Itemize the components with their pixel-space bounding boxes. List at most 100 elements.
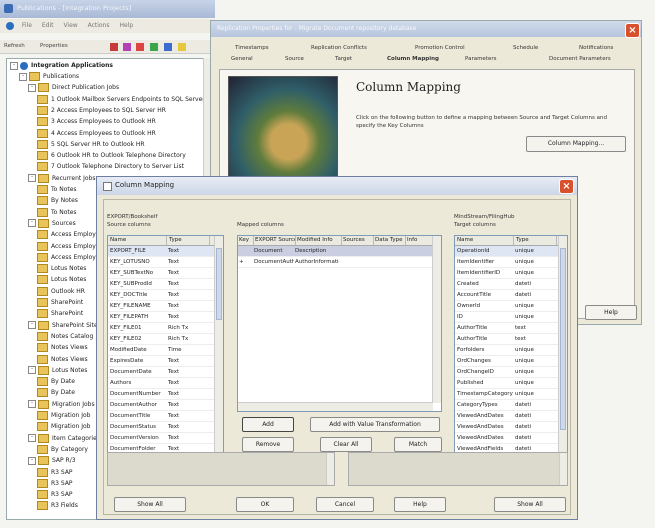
tab-target[interactable]: Target bbox=[335, 56, 352, 62]
match-button[interactable]: Match bbox=[394, 437, 442, 452]
tab-schedule[interactable]: Schedule bbox=[513, 45, 538, 51]
tree-item[interactable]: By Date bbox=[37, 376, 75, 387]
properties-help-button[interactable]: Help bbox=[585, 305, 637, 320]
list-row[interactable]: KEY_FILEPATH Text bbox=[108, 312, 223, 323]
list-row[interactable]: DocumentStatus Text bbox=[108, 422, 223, 433]
tab-parameters[interactable]: Parameters bbox=[465, 56, 496, 62]
list-row[interactable]: DocumentDate Text bbox=[108, 367, 223, 378]
tree-item[interactable]: - Sources bbox=[28, 218, 76, 229]
tree-item[interactable]: 1 Outlook Mailbox Servers Endpoints to S… bbox=[37, 94, 205, 105]
list-row[interactable]: DocumentAuthor Text bbox=[108, 400, 223, 411]
source-columns-list[interactable]: Name Type EXPORT_FILE Text KEY_LOTUSNO Text K… bbox=[107, 235, 224, 468]
list-row[interactable]: Authors Text bbox=[108, 378, 223, 389]
tree-item[interactable]: 4 Access Employees to Outlook HR bbox=[37, 128, 156, 139]
target-header-name[interactable]: Name bbox=[455, 236, 514, 245]
source-scrollbar[interactable] bbox=[214, 236, 223, 467]
source-header-type[interactable]: Type bbox=[167, 236, 210, 245]
list-row[interactable]: ViewedAndDates dateti bbox=[455, 422, 567, 433]
tab-column-mapping[interactable]: Column Mapping bbox=[387, 56, 439, 62]
cancel-button[interactable]: Cancel bbox=[316, 497, 374, 512]
list-row[interactable]: Forfolders unique bbox=[455, 345, 567, 356]
tree-item[interactable]: - SAP R/3 bbox=[28, 455, 76, 466]
tree-item[interactable]: R3 SAP bbox=[37, 489, 73, 500]
list-row[interactable]: ExpiresDate Text bbox=[108, 356, 223, 367]
toolbar-icon-yellow[interactable] bbox=[178, 43, 186, 51]
tab-promotion-control[interactable]: Promotion Control bbox=[415, 45, 465, 51]
tab-document-parameters[interactable]: Document Parameters bbox=[549, 56, 611, 62]
tree-item[interactable]: - SharePoint Sites bbox=[28, 320, 101, 331]
collapse-icon[interactable]: - bbox=[28, 434, 36, 443]
list-row[interactable]: CategoryTypes dateti bbox=[455, 400, 567, 411]
list-row[interactable]: TimestampCategory unique bbox=[455, 389, 567, 400]
tree-item[interactable]: 2 Access Employees to SQL Server HR bbox=[37, 105, 166, 116]
list-row[interactable]: AuthorTitle text bbox=[455, 334, 567, 345]
tree-item[interactable]: Lotus Notes bbox=[37, 263, 86, 274]
collapse-icon[interactable]: - bbox=[28, 321, 36, 330]
list-row[interactable]: KEY_FILE02 Rich Tx bbox=[108, 334, 223, 345]
tree-item[interactable]: R3 Fields bbox=[37, 500, 78, 511]
list-row[interactable]: ViewedAndDates dateti bbox=[455, 433, 567, 444]
list-row[interactable]: KEY_SUBTextNo Text bbox=[108, 268, 223, 279]
tab-notifications[interactable]: Notifications bbox=[579, 45, 613, 51]
toolbar-icon-green[interactable] bbox=[150, 43, 158, 51]
tree-item[interactable]: Notes Catalog bbox=[37, 331, 93, 342]
collapse-icon[interactable]: - bbox=[28, 83, 36, 92]
ok-button[interactable]: OK bbox=[236, 497, 294, 512]
list-row[interactable]: DocumentTitle Text bbox=[108, 411, 223, 422]
source-header-name[interactable]: Name bbox=[108, 236, 167, 245]
list-row[interactable]: OwnerId unique bbox=[455, 301, 567, 312]
clear-all-button[interactable]: Clear All bbox=[320, 437, 372, 452]
list-row[interactable]: ItemIdentifier unique bbox=[455, 257, 567, 268]
tree-item[interactable]: 3 Access Employees to Outlook HR bbox=[37, 116, 156, 127]
menu-help[interactable]: Help bbox=[119, 22, 133, 29]
list-row[interactable]: AccountTitle dateti bbox=[455, 290, 567, 301]
mapped-header-cell[interactable]: Sources bbox=[342, 236, 374, 245]
tab-timestamps[interactable]: Timestamps bbox=[235, 45, 269, 51]
tree-item[interactable]: 5 SQL Server HR to Outlook HR bbox=[37, 139, 145, 150]
list-row[interactable]: ViewedAndDates dateti bbox=[455, 411, 567, 422]
tree-item[interactable]: 6 Outlook HR to Outlook Telephone Direct… bbox=[37, 150, 186, 161]
toolbar-icon-red[interactable] bbox=[110, 43, 118, 51]
list-row[interactable]: ID unique bbox=[455, 312, 567, 323]
tree-item[interactable]: SharePoint bbox=[37, 297, 83, 308]
tree-item[interactable]: Lotus Notes bbox=[37, 274, 86, 285]
target-header-type[interactable]: Type bbox=[514, 236, 557, 245]
toolbar-icon-blue[interactable] bbox=[164, 43, 172, 51]
collapse-icon[interactable]: - bbox=[28, 456, 36, 465]
show-all-left-button[interactable]: Show All bbox=[114, 497, 186, 512]
list-row[interactable]: AuthorTitle text bbox=[455, 323, 567, 334]
tree-item[interactable]: - Recurrent Jobs bbox=[28, 173, 96, 184]
collapse-icon[interactable]: - bbox=[28, 366, 36, 375]
collapse-icon[interactable]: - bbox=[28, 400, 36, 409]
tree-item[interactable]: Migration Job bbox=[37, 410, 90, 421]
mapped-header-cell[interactable]: Key bbox=[238, 236, 254, 245]
tree-item[interactable]: Migration Job bbox=[37, 421, 90, 432]
collapse-icon[interactable]: - bbox=[28, 219, 36, 228]
tab-general[interactable]: General bbox=[231, 56, 253, 62]
list-row[interactable]: KEY_FILE01 Rich Tx bbox=[108, 323, 223, 334]
menu-actions[interactable]: Actions bbox=[88, 22, 110, 29]
tree-item[interactable]: By Date bbox=[37, 387, 75, 398]
list-row[interactable]: EXPORT_FILE Text bbox=[108, 246, 223, 257]
list-row[interactable]: DocumentNumber Text bbox=[108, 389, 223, 400]
show-all-right-button[interactable]: Show All bbox=[494, 497, 566, 512]
tab-replication-conflicts[interactable]: Replication Conflicts bbox=[311, 45, 367, 51]
tree-item[interactable]: SharePoint bbox=[37, 308, 83, 319]
tree-item[interactable]: By Notes bbox=[37, 195, 78, 206]
help-button[interactable]: Help bbox=[394, 497, 446, 512]
list-row[interactable]: ModifiedDate Time bbox=[108, 345, 223, 356]
menu-file[interactable]: File bbox=[22, 22, 32, 29]
collapse-icon[interactable]: - bbox=[28, 174, 36, 183]
properties-close-button[interactable]: × bbox=[625, 23, 640, 38]
remove-button[interactable]: Remove bbox=[242, 437, 294, 452]
list-row[interactable]: OrdChangeID unique bbox=[455, 367, 567, 378]
list-row[interactable]: OrdChanges unique bbox=[455, 356, 567, 367]
add-with-transformation-button[interactable]: Add with Value Transformation bbox=[310, 417, 440, 432]
tree-item[interactable]: Notes Views bbox=[37, 354, 88, 365]
menu-edit[interactable]: Edit bbox=[42, 22, 54, 29]
tree-item[interactable]: Outlook HR bbox=[37, 286, 85, 297]
toolbar-icon-magenta[interactable] bbox=[123, 43, 131, 51]
list-row[interactable]: Published unique bbox=[455, 378, 567, 389]
tree-item[interactable]: - Publications bbox=[19, 71, 79, 82]
tree-item[interactable]: By Category bbox=[37, 444, 88, 455]
